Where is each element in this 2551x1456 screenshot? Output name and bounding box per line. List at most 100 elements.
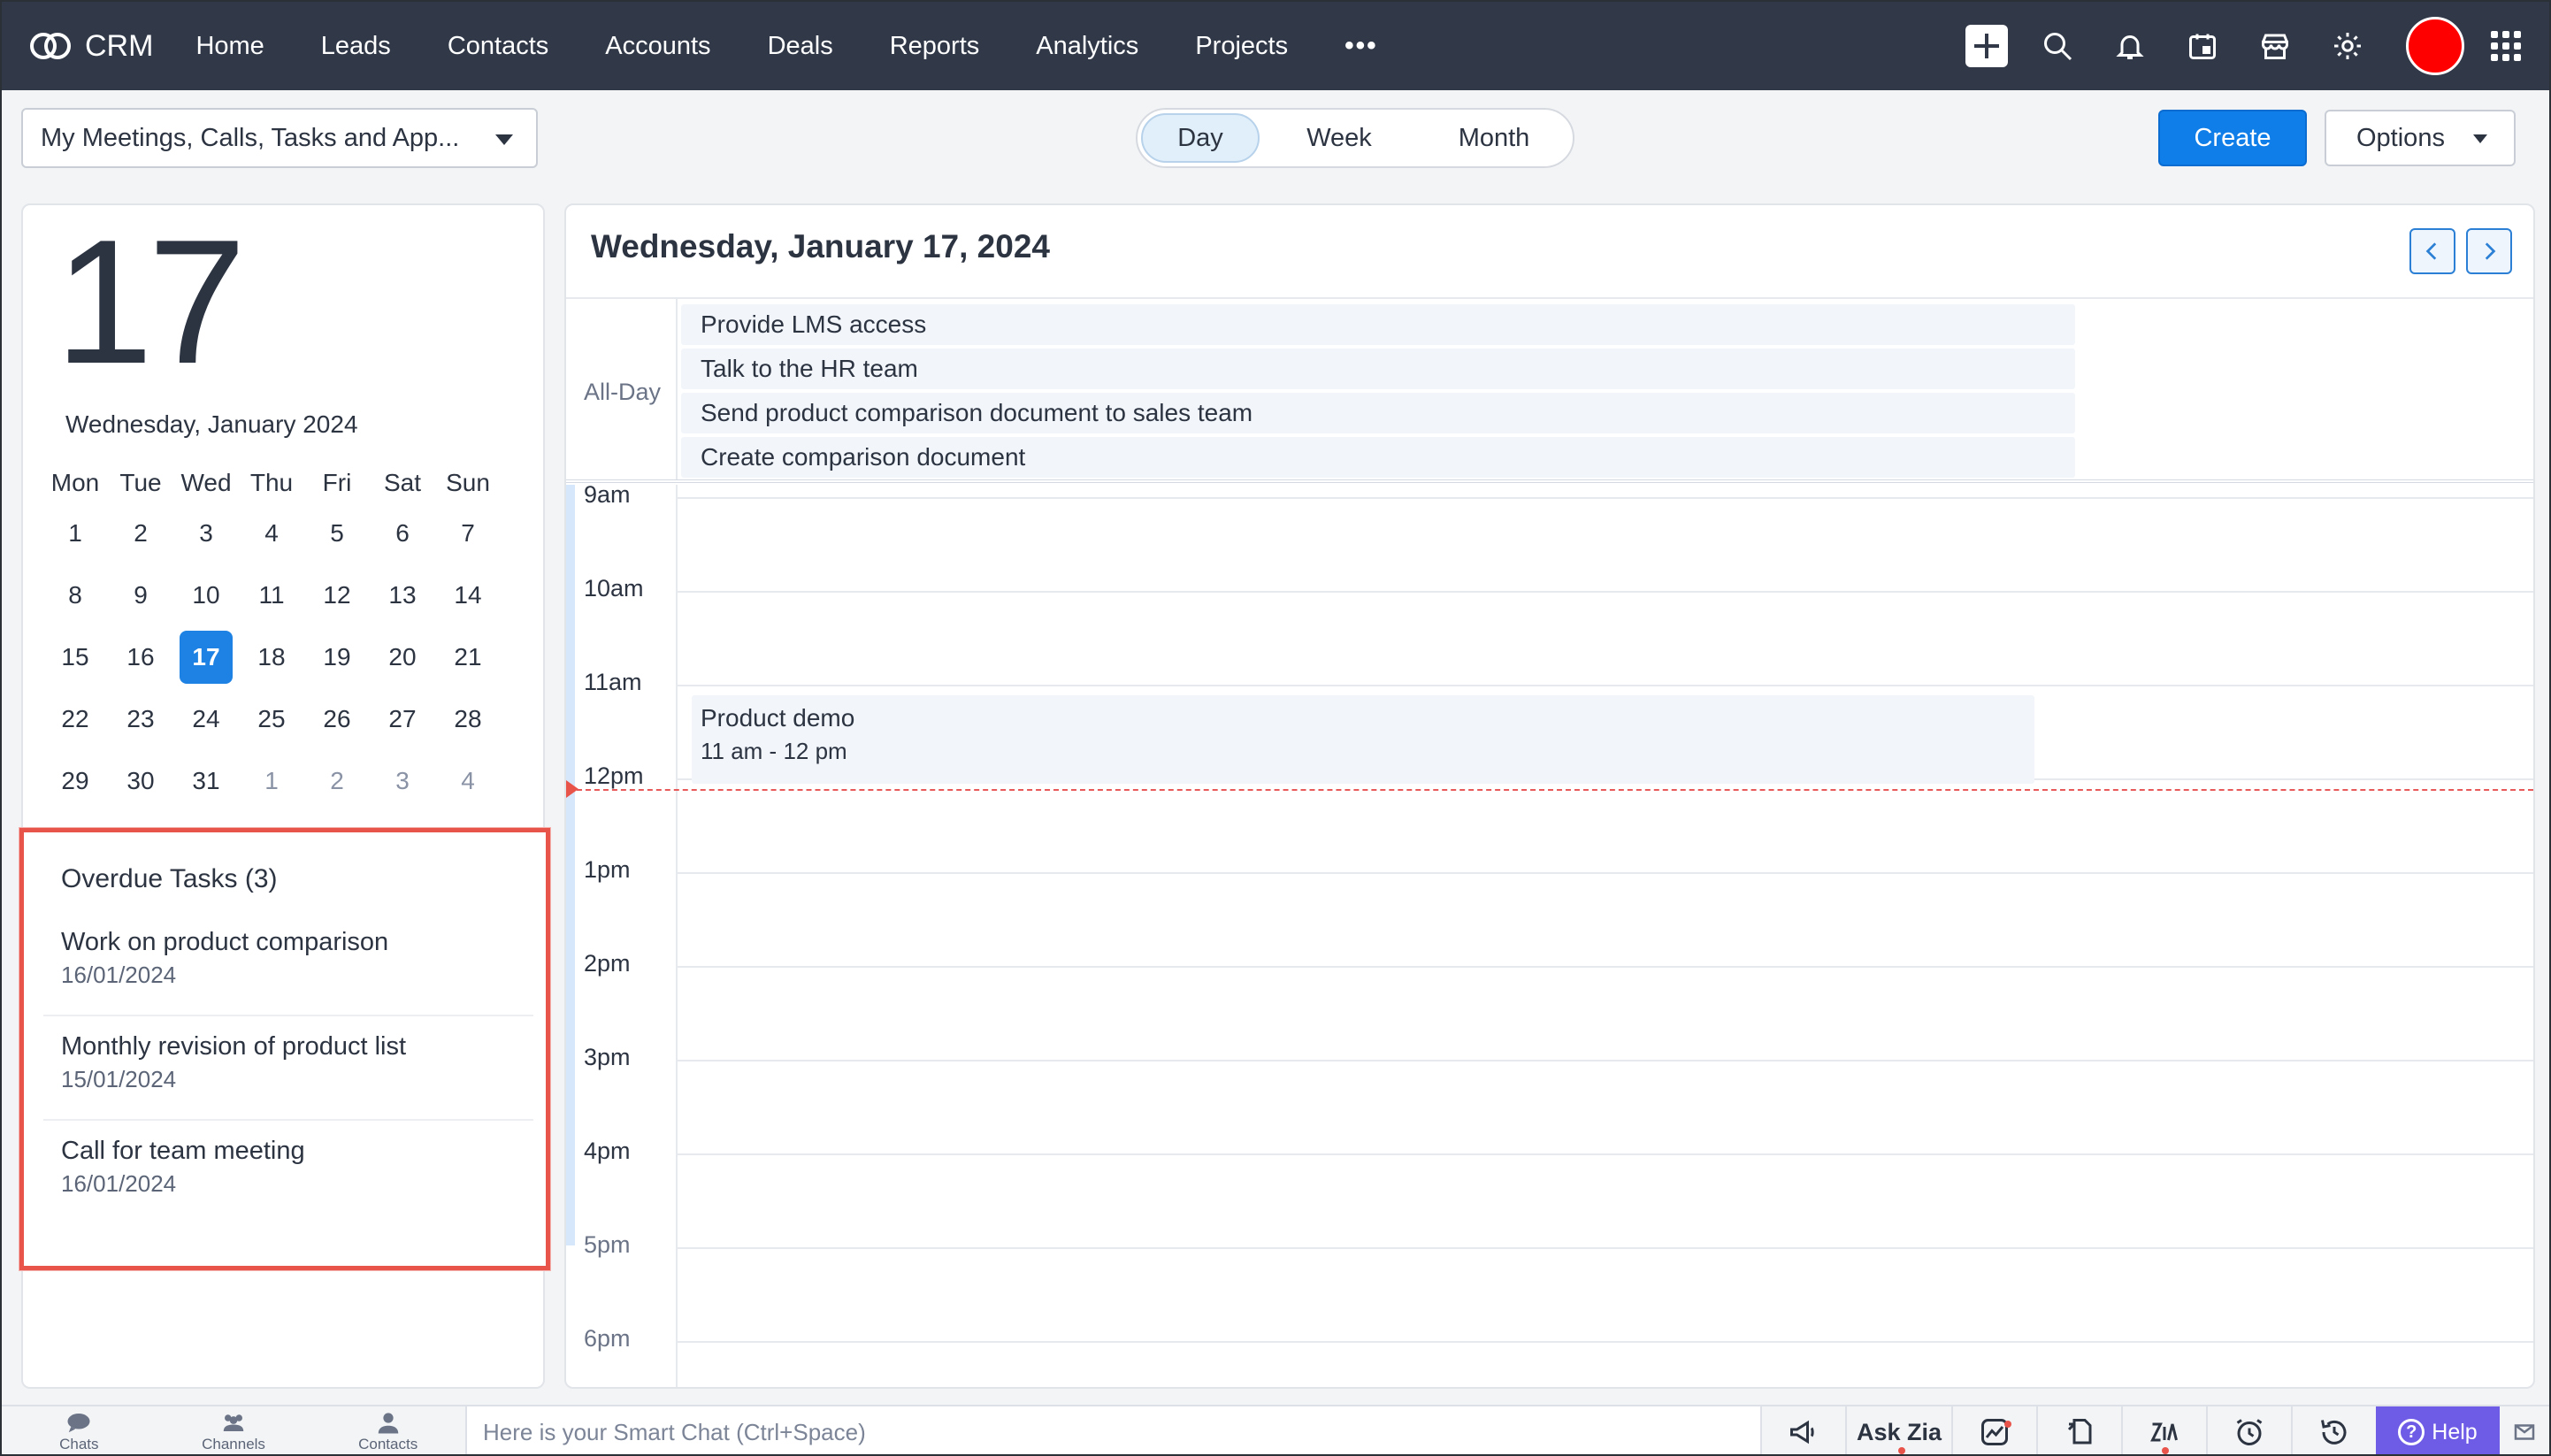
calendar-day[interactable]: 31 xyxy=(173,755,239,807)
calendar-day[interactable]: 16 xyxy=(108,632,173,683)
calendar-day[interactable]: 19 xyxy=(304,632,370,683)
calendar-event[interactable]: Product demo 11 am - 12 pm xyxy=(692,695,2034,784)
all-day-event[interactable]: Provide LMS access xyxy=(681,304,2075,345)
hour-label: 1pm xyxy=(584,856,631,883)
hour-slot[interactable]: 2pm xyxy=(566,950,2533,1060)
mini-calendar-grid: Mon Tue Wed Thu Fri Sat Sun 1 2 3 4 5 6 … xyxy=(42,464,531,812)
ask-zia-button[interactable]: Ask Zia xyxy=(1845,1406,1951,1454)
hour-slot[interactable]: 5pm xyxy=(566,1231,2533,1341)
calendar-icon[interactable] xyxy=(2185,28,2220,64)
nav-home[interactable]: Home xyxy=(195,32,264,61)
calendar-day[interactable]: 29 xyxy=(42,755,108,807)
bell-icon[interactable] xyxy=(2112,28,2148,64)
calendar-day[interactable]: 27 xyxy=(370,694,435,745)
nav-contacts[interactable]: Contacts xyxy=(448,32,548,61)
shortcut-icon[interactable] xyxy=(2036,1406,2121,1454)
calendar-day[interactable]: 24 xyxy=(173,694,239,745)
channels-tab[interactable]: Channels xyxy=(157,1406,311,1454)
tab-label: Chats xyxy=(59,1436,99,1452)
calendar-day-today[interactable]: 17 xyxy=(173,631,239,684)
calendar-day[interactable]: 14 xyxy=(435,570,501,621)
calendar-day[interactable]: 6 xyxy=(370,508,435,559)
view-week-button[interactable]: Week xyxy=(1260,113,1419,163)
calendar-day[interactable]: 21 xyxy=(435,632,501,683)
calendar-day[interactable]: 10 xyxy=(173,570,239,621)
calendar-day[interactable]: 22 xyxy=(42,694,108,745)
store-icon[interactable] xyxy=(2257,28,2293,64)
calendar-day[interactable]: 4 xyxy=(239,508,304,559)
gear-icon[interactable] xyxy=(2330,28,2365,64)
create-button[interactable]: Create xyxy=(2158,110,2307,166)
next-day-button[interactable] xyxy=(2466,228,2512,274)
nav-reports[interactable]: Reports xyxy=(890,32,980,61)
history-icon[interactable] xyxy=(2291,1406,2376,1454)
calendar-day[interactable]: 2 xyxy=(108,508,173,559)
calendar-day[interactable]: 12 xyxy=(304,570,370,621)
hour-slot[interactable]: 12pm xyxy=(566,762,2533,872)
nav-accounts[interactable]: Accounts xyxy=(605,32,710,61)
calendar-day[interactable]: 5 xyxy=(304,508,370,559)
calendar-day[interactable]: 26 xyxy=(304,694,370,745)
help-button[interactable]: ? Help xyxy=(2376,1406,2500,1454)
plus-icon[interactable] xyxy=(1965,25,2008,67)
view-month-button[interactable]: Month xyxy=(1419,113,1569,163)
overdue-task-item[interactable]: Monthly revision of product list 15/01/2… xyxy=(43,1016,533,1121)
calendar-day-next-month[interactable]: 1 xyxy=(239,755,304,807)
announcement-icon[interactable] xyxy=(1760,1406,1845,1454)
calendar-day[interactable]: 18 xyxy=(239,632,304,683)
hour-label: 3pm xyxy=(584,1044,631,1070)
calendar-day[interactable]: 3 xyxy=(173,508,239,559)
calendar-day[interactable]: 25 xyxy=(239,694,304,745)
hour-slot[interactable]: 10am xyxy=(566,575,2533,685)
nav-leads[interactable]: Leads xyxy=(321,32,391,61)
tab-label: Channels xyxy=(202,1436,265,1452)
hour-slot[interactable]: 1pm xyxy=(566,856,2533,966)
more-icon[interactable]: ••• xyxy=(1344,31,1378,61)
calendar-day-next-month[interactable]: 3 xyxy=(370,755,435,807)
smart-chat-input[interactable]: Here is your Smart Chat (Ctrl+Space) xyxy=(465,1406,1760,1454)
nav-analytics[interactable]: Analytics xyxy=(1036,32,1138,61)
caret-down-icon xyxy=(495,134,513,145)
all-day-event[interactable]: Send product comparison document to sale… xyxy=(681,393,2075,433)
chats-tab[interactable]: Chats xyxy=(2,1406,157,1454)
overdue-task-item[interactable]: Work on product comparison 16/01/2024 xyxy=(43,912,533,1016)
calendar-day[interactable]: 28 xyxy=(435,694,501,745)
alarm-clock-icon[interactable] xyxy=(2206,1406,2291,1454)
ask-zia-label: Ask Zia xyxy=(1856,1418,1942,1445)
feedback-icon[interactable] xyxy=(2500,1406,2549,1454)
calendar-day-next-month[interactable]: 2 xyxy=(304,755,370,807)
nav-projects[interactable]: Projects xyxy=(1195,32,1288,61)
options-button[interactable]: Options xyxy=(2325,110,2516,166)
calendar-day[interactable]: 20 xyxy=(370,632,435,683)
calendar-day[interactable]: 11 xyxy=(239,570,304,621)
all-day-event[interactable]: Create comparison document xyxy=(681,437,2075,478)
hour-slot[interactable]: 4pm xyxy=(566,1138,2533,1247)
task-title: Call for team meeting xyxy=(61,1137,305,1165)
view-day-button[interactable]: Day xyxy=(1141,113,1260,163)
analytics-icon[interactable] xyxy=(1951,1406,2036,1454)
all-day-event[interactable]: Talk to the HR team xyxy=(681,349,2075,389)
calendar-day[interactable]: 13 xyxy=(370,570,435,621)
calendar-day[interactable]: 30 xyxy=(108,755,173,807)
nav-deals[interactable]: Deals xyxy=(768,32,833,61)
brand[interactable]: CRM xyxy=(30,2,153,90)
hour-slot[interactable]: 9am xyxy=(566,481,2533,591)
calendar-day[interactable]: 1 xyxy=(42,508,108,559)
apps-grid-icon[interactable] xyxy=(2491,31,2521,61)
previous-day-button[interactable] xyxy=(2409,228,2455,274)
zia-icon[interactable] xyxy=(2121,1406,2206,1454)
calendar-filter-select[interactable]: My Meetings, Calls, Tasks and App... xyxy=(21,108,538,168)
calendar-day[interactable]: 9 xyxy=(108,570,173,621)
calendar-day[interactable]: 23 xyxy=(108,694,173,745)
calendar-day[interactable]: 15 xyxy=(42,632,108,683)
overdue-task-item[interactable]: Call for team meeting 16/01/2024 xyxy=(43,1121,533,1225)
hour-slot[interactable]: 6pm xyxy=(566,1325,2533,1387)
search-icon[interactable] xyxy=(2040,28,2075,64)
contacts-tab[interactable]: Contacts xyxy=(310,1406,465,1454)
help-label: Help xyxy=(2432,1419,2478,1445)
calendar-day-next-month[interactable]: 4 xyxy=(435,755,501,807)
calendar-day[interactable]: 7 xyxy=(435,508,501,559)
hour-slot[interactable]: 3pm xyxy=(566,1044,2533,1153)
avatar[interactable] xyxy=(2406,17,2464,75)
calendar-day[interactable]: 8 xyxy=(42,570,108,621)
